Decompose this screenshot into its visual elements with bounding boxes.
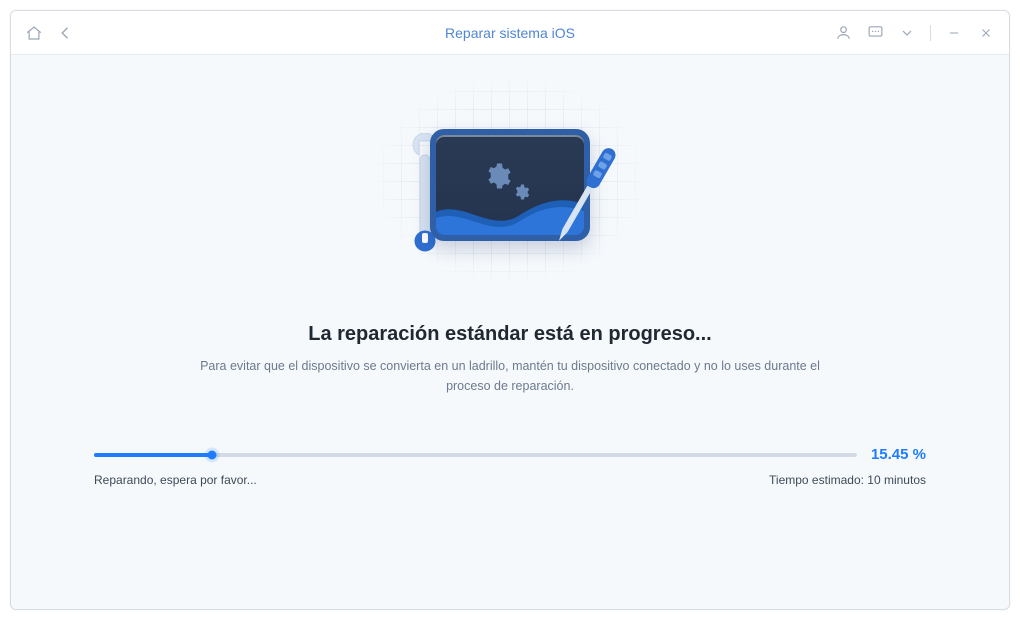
titlebar: Reparar sistema iOS xyxy=(11,11,1009,55)
chevron-down-icon[interactable] xyxy=(898,24,916,42)
progress-subtext: Para evitar que el dispositivo se convie… xyxy=(190,356,830,396)
progress-bar xyxy=(94,453,857,457)
account-icon[interactable] xyxy=(834,24,852,42)
progress-section: 15.45 % Reparando, espera por favor... T… xyxy=(94,446,926,487)
screwdriver-icon xyxy=(547,141,617,261)
content-area: La reparación estándar está en progreso.… xyxy=(11,55,1009,609)
app-window: Reparar sistema iOS xyxy=(10,10,1010,610)
progress-heading: La reparación estándar está en progreso.… xyxy=(308,323,711,346)
back-icon[interactable] xyxy=(57,24,75,42)
progress-percent-label: 15.45 % xyxy=(871,446,926,463)
illustration xyxy=(365,73,655,297)
close-icon[interactable] xyxy=(977,24,995,42)
feedback-icon[interactable] xyxy=(866,24,884,42)
gear-icon xyxy=(482,161,512,196)
progress-eta-text: Tiempo estimado: 10 minutos xyxy=(769,473,926,487)
progress-status-text: Reparando, espera por favor... xyxy=(94,473,257,487)
minimize-icon[interactable] xyxy=(945,24,963,42)
titlebar-separator xyxy=(930,25,931,41)
home-icon[interactable] xyxy=(25,24,43,42)
